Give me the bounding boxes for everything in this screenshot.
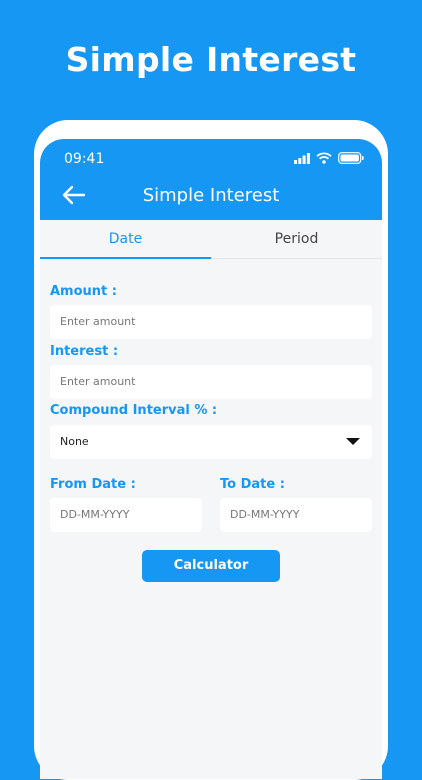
dropdown-arrow-icon — [346, 438, 360, 445]
calculator-button[interactable]: Calculator — [142, 550, 280, 582]
amount-label: Amount : — [50, 284, 117, 299]
interest-input[interactable]: Enter amount — [50, 365, 372, 399]
battery-icon — [338, 152, 364, 164]
promo-title: Simple Interest — [65, 40, 357, 79]
tab-date[interactable]: Date — [40, 220, 211, 258]
active-tab-indicator — [40, 257, 211, 259]
amount-input[interactable]: Enter amount — [50, 305, 372, 339]
signal-icon — [294, 152, 310, 164]
tab-bar: Date Period — [40, 220, 382, 259]
status-time: 09:41 — [64, 151, 105, 167]
from-date-input[interactable]: DD-MM-YYYY — [50, 498, 202, 532]
interest-label: Interest : — [50, 344, 119, 359]
app-screen: 09:41 Simple Interest Date Period Amount… — [40, 139, 382, 779]
app-bar: 09:41 Simple Interest — [40, 139, 382, 220]
to-date-label: To Date : — [220, 477, 285, 492]
compound-interval-label: Compound Interval % : — [50, 403, 218, 418]
compound-interval-value: None — [60, 435, 89, 448]
tab-period[interactable]: Period — [211, 220, 382, 258]
to-date-input[interactable]: DD-MM-YYYY — [220, 498, 372, 532]
status-icons — [294, 152, 364, 164]
compound-interval-select[interactable]: None — [50, 425, 372, 459]
app-bar-title: Simple Interest — [142, 185, 280, 206]
from-date-label: From Date : — [50, 477, 136, 492]
wifi-icon — [316, 152, 332, 164]
